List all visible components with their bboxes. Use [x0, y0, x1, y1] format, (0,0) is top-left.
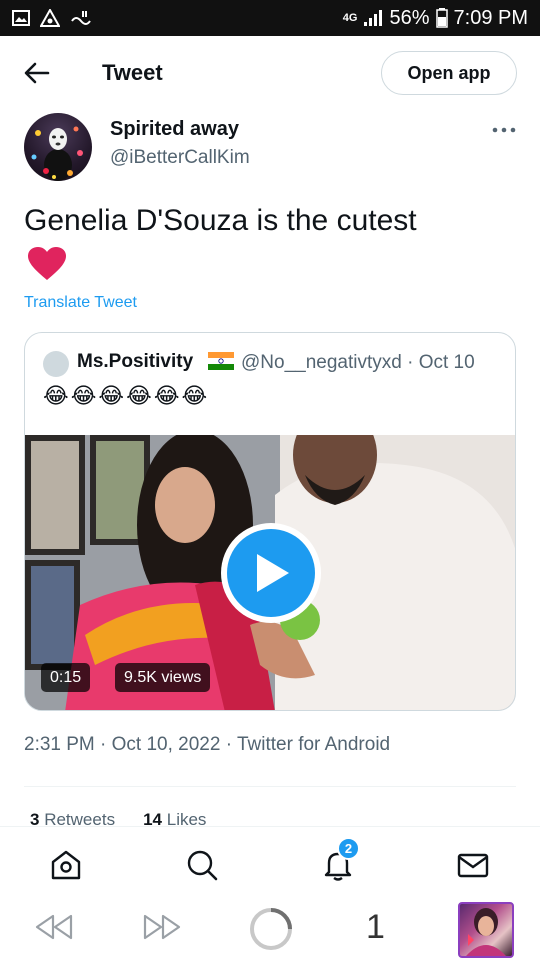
bottom-navigation: 2 — [0, 826, 540, 898]
home-icon — [51, 850, 81, 880]
more-icon — [492, 127, 516, 133]
video-duration: 0:15 — [41, 663, 91, 692]
page-title: Tweet — [102, 60, 163, 85]
search-icon — [187, 850, 218, 881]
play-button[interactable] — [221, 523, 321, 623]
wifi-hotspot-icon — [70, 9, 92, 27]
gallery-icon — [12, 10, 30, 26]
mail-icon — [457, 853, 489, 878]
loading-spinner-icon — [250, 908, 292, 950]
messages-tab[interactable] — [455, 847, 491, 883]
open-app-button[interactable]: Open app — [381, 51, 517, 95]
status-bar: 4G 56% 7:09 PM — [0, 0, 540, 36]
play-button-inner — [227, 529, 315, 617]
author-handle[interactable]: @iBetterCallKim — [110, 147, 250, 169]
tab-thumbnail[interactable] — [458, 902, 514, 958]
clock: 7:09 PM — [453, 6, 528, 29]
search-tab[interactable] — [184, 847, 220, 883]
video-player[interactable]: 0:15 9.5K views — [25, 435, 515, 710]
battery-percent: 56% — [389, 6, 430, 29]
quote-author-name: Ms.Positivity — [77, 351, 194, 372]
back-button[interactable] — [22, 60, 52, 86]
more-options-button[interactable] — [490, 120, 518, 140]
warning-icon — [40, 9, 60, 27]
video-views: 9.5K views — [115, 663, 211, 692]
rewind-icon — [35, 914, 73, 940]
rewind-button[interactable] — [34, 912, 74, 942]
fast-forward-icon — [143, 914, 181, 940]
tweet-timestamp: 2:31 PM · Oct 10, 2022 · Twitter for And… — [24, 734, 391, 755]
quote-text: 😂😂😂😂😂😂 — [43, 383, 210, 408]
india-flag-icon — [208, 352, 234, 370]
arrow-left-icon — [24, 62, 50, 84]
author-name[interactable]: Spirited away — [110, 118, 239, 141]
play-icon — [257, 554, 289, 592]
header: Tweet Open app — [0, 36, 540, 110]
network-type: 4G — [342, 12, 358, 24]
avatar[interactable] — [24, 113, 92, 181]
heart-icon — [28, 247, 66, 280]
tweet-text: Genelia D'Souza is the cutest — [24, 204, 417, 237]
tab-thumbnail-image — [466, 908, 506, 956]
loading-button[interactable] — [248, 906, 294, 952]
quote-tweet-card[interactable]: Ms.Positivity @No__negativtyxd · Oct 10 … — [24, 332, 516, 711]
translate-tweet-link[interactable]: Translate Tweet — [24, 294, 137, 312]
tab-count[interactable]: 1 — [366, 908, 385, 947]
notification-badge: 2 — [337, 837, 360, 860]
avatar-image — [31, 126, 83, 181]
quote-handle-date: @No__negativtyxd · Oct 10 — [241, 352, 475, 373]
signal-icon — [363, 9, 383, 27]
battery-icon — [435, 8, 448, 28]
heart-emoji: ❤️ — [27, 246, 67, 287]
quote-avatar — [43, 351, 69, 377]
divider — [24, 786, 516, 787]
home-tab[interactable] — [48, 847, 84, 883]
forward-button[interactable] — [142, 912, 182, 942]
